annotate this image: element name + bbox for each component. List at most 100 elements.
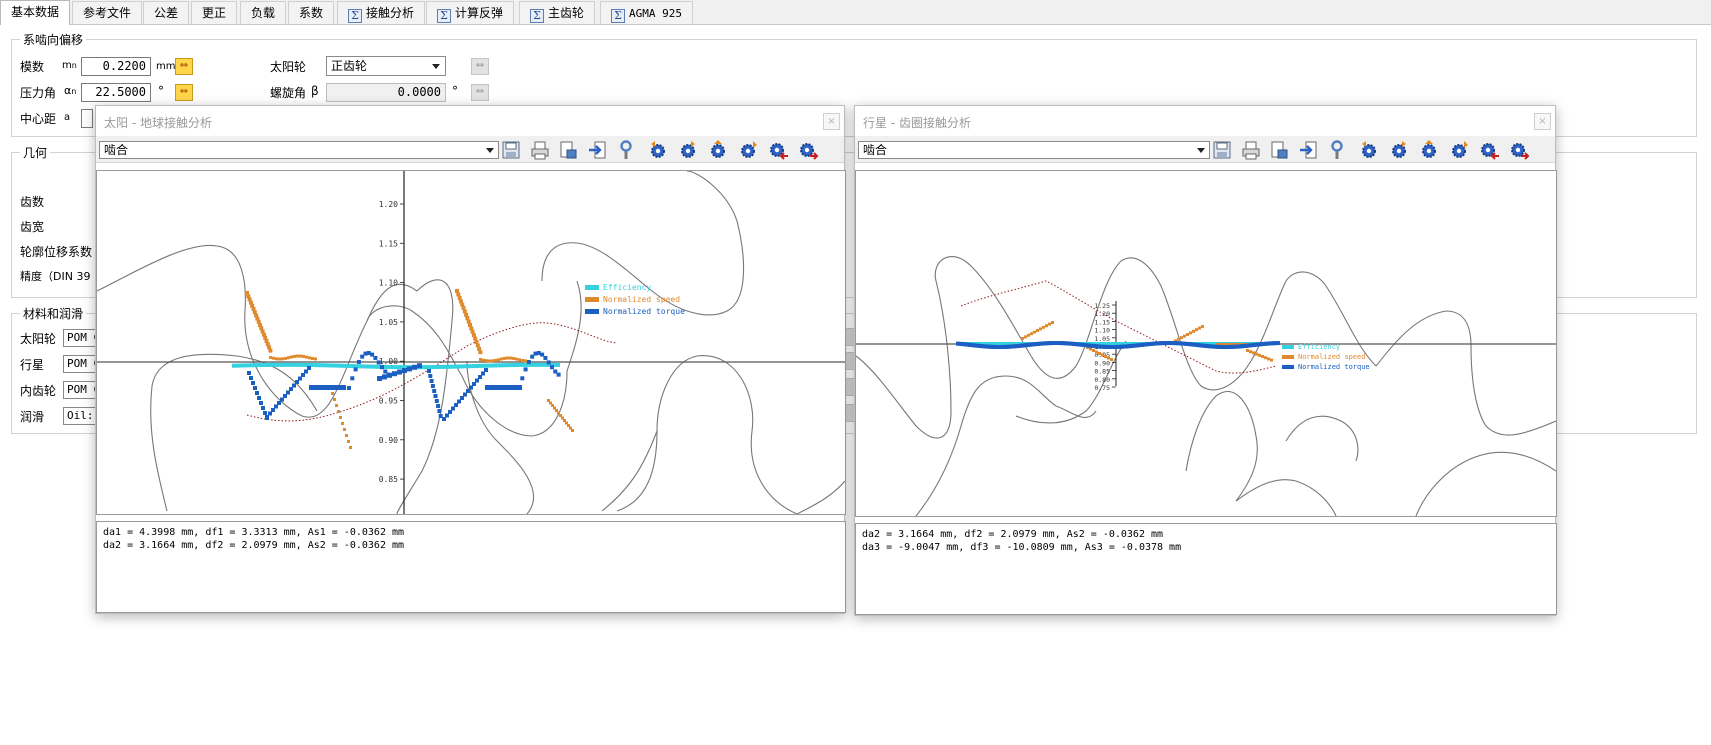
speed-marker — [1192, 329, 1195, 333]
y-tick-label: 0.85 — [379, 475, 398, 484]
pressure-angle-convert-button[interactable]: ⇔ — [175, 84, 193, 101]
gear-step-button-2[interactable] — [737, 139, 759, 161]
speed-marker — [491, 359, 494, 363]
speed-marker — [1092, 349, 1095, 352]
save-button[interactable] — [500, 139, 522, 161]
gear-rotate-button-2[interactable] — [677, 139, 699, 161]
view-mode-select[interactable]: 啮合 — [99, 141, 499, 159]
planet-material-label: 行星 — [20, 358, 45, 372]
gear-icon — [1481, 143, 1499, 160]
torque-marker — [469, 385, 473, 390]
window-title-text: 行星 - 齿圈接触分析 — [863, 116, 971, 130]
select-value: 啮合 — [104, 143, 129, 157]
y-tick-label: 1.25 — [1094, 302, 1110, 310]
y-tick-label: 1.05 — [1094, 335, 1110, 343]
torque-marker — [454, 403, 458, 407]
y-tick-label: 1.05 — [379, 318, 398, 327]
speed-marker — [571, 429, 574, 432]
mesh-plot-svg: 1.251.201.151.101.051.000.950.900.850.80… — [856, 256, 1556, 516]
tab-load[interactable]: 负载 — [240, 1, 287, 24]
settings-tool-button[interactable] — [615, 139, 637, 161]
settings-tool-button[interactable] — [1326, 139, 1348, 161]
chevron-down-icon — [1197, 148, 1205, 153]
torque-marker — [550, 365, 554, 370]
gear-outlines — [97, 171, 845, 514]
gear-prev-button[interactable] — [767, 139, 789, 161]
contact-plot-right[interactable]: 1.251.201.151.101.051.000.950.900.850.80… — [855, 170, 1557, 517]
window-toolbar: 啮合 — [96, 136, 844, 163]
torque-marker — [475, 378, 479, 383]
tab-factors[interactable]: 系数 — [288, 1, 335, 24]
center-distance-input[interactable] — [81, 109, 93, 128]
efficiency-marker — [1121, 342, 1124, 345]
close-button[interactable]: × — [823, 113, 840, 130]
torque-marker — [427, 369, 431, 373]
tab-corrections[interactable]: 更正 — [191, 1, 238, 24]
torque-marker — [274, 404, 278, 409]
gear-next-button[interactable] — [797, 139, 819, 161]
torque-marker — [451, 406, 455, 411]
speed-marker — [1198, 326, 1201, 330]
gear-step-button-1[interactable] — [707, 139, 729, 161]
print-preview-button[interactable] — [557, 139, 579, 161]
gear-rotate-button-1[interactable] — [1358, 139, 1380, 161]
tab-reference-files[interactable]: 参考文件 — [72, 1, 143, 24]
module-input[interactable]: 0.2200 — [81, 57, 151, 76]
helix-angle-convert-button[interactable]: ⇔ — [471, 84, 489, 101]
center-distance-symbol: a — [64, 112, 71, 123]
tab-label: 公差 — [154, 6, 179, 20]
gear-step-button-2[interactable] — [1448, 139, 1470, 161]
center-distance-label: 中心距 — [20, 112, 57, 126]
efficiency-marker — [1112, 342, 1115, 345]
torque-marker — [247, 371, 251, 375]
helix-angle-input[interactable]: 0.0000 — [326, 83, 446, 102]
module-symbol: mn — [62, 60, 77, 71]
pressure-angle-input[interactable]: 22.5000 — [81, 83, 151, 102]
window-title[interactable]: 太阳 - 地球接触分析 — [96, 106, 844, 136]
tab-label: 更正 — [202, 6, 227, 20]
efficiency-marker — [998, 342, 1001, 345]
save-button[interactable] — [1211, 139, 1233, 161]
speed-marker — [1027, 333, 1030, 337]
legend-speed: Normalized speed — [603, 295, 680, 304]
gear-outlines — [856, 256, 1556, 516]
tab-springback[interactable]: Σ 计算反弹 — [426, 1, 515, 24]
swap-arrow-icon: ⇔ — [475, 60, 485, 71]
tab-master-gear[interactable]: Σ 主齿轮 — [519, 1, 596, 24]
speed-marker — [475, 343, 480, 348]
tab-tolerances[interactable]: 公差 — [143, 1, 190, 24]
gear-next-button[interactable] — [1508, 139, 1530, 161]
print-button[interactable] — [529, 139, 551, 161]
export-button[interactable] — [586, 139, 608, 161]
tab-basic-data[interactable]: 基本数据 — [0, 0, 71, 25]
speed-marker — [1258, 353, 1261, 357]
print-preview-button[interactable] — [1268, 139, 1290, 161]
swap-arrow-icon: ⇔ — [179, 86, 189, 97]
contact-plot-left[interactable]: 1.20 1.15 1.10 1.05 1.00 0.95 0.90 0.85 Efficie… — [96, 170, 846, 515]
sun-gear-type-label: 太阳轮 — [270, 60, 307, 74]
window-title-text: 太阳 - 地球接触分析 — [104, 116, 212, 130]
gear-rotate-button-2[interactable] — [1388, 139, 1410, 161]
tab-contact-analysis[interactable]: Σ 接触分析 — [337, 1, 426, 24]
close-button[interactable]: × — [1534, 113, 1551, 130]
gear-step-button-1[interactable] — [1418, 139, 1440, 161]
sun-gear-type-select[interactable]: 正齿轮 — [326, 56, 446, 76]
export-button[interactable] — [1297, 139, 1319, 161]
y-tick-label: 1.10 — [1094, 327, 1110, 335]
gear-type-action-button[interactable]: ⇔ — [471, 58, 489, 75]
speed-marker — [272, 356, 275, 360]
tab-label: AGMA 925 — [629, 7, 682, 20]
gear-prev-button[interactable] — [1478, 139, 1500, 161]
contact-path — [960, 280, 1277, 374]
module-convert-button[interactable]: ⇔ — [175, 58, 193, 75]
efficiency-marker — [1118, 342, 1121, 345]
view-mode-select[interactable]: 啮合 — [858, 141, 1210, 159]
gear-rotate-button-1[interactable] — [647, 139, 669, 161]
tab-agma-925[interactable]: Σ AGMA 925 — [600, 1, 693, 24]
window-title[interactable]: 行星 - 齿圈接触分析 — [855, 106, 1555, 136]
select-value: 啮合 — [863, 143, 888, 157]
legend-efficiency: Efficiency — [1298, 343, 1340, 351]
print-button[interactable] — [1240, 139, 1262, 161]
gear-icon — [1392, 141, 1406, 158]
speed-marker — [1261, 355, 1264, 358]
